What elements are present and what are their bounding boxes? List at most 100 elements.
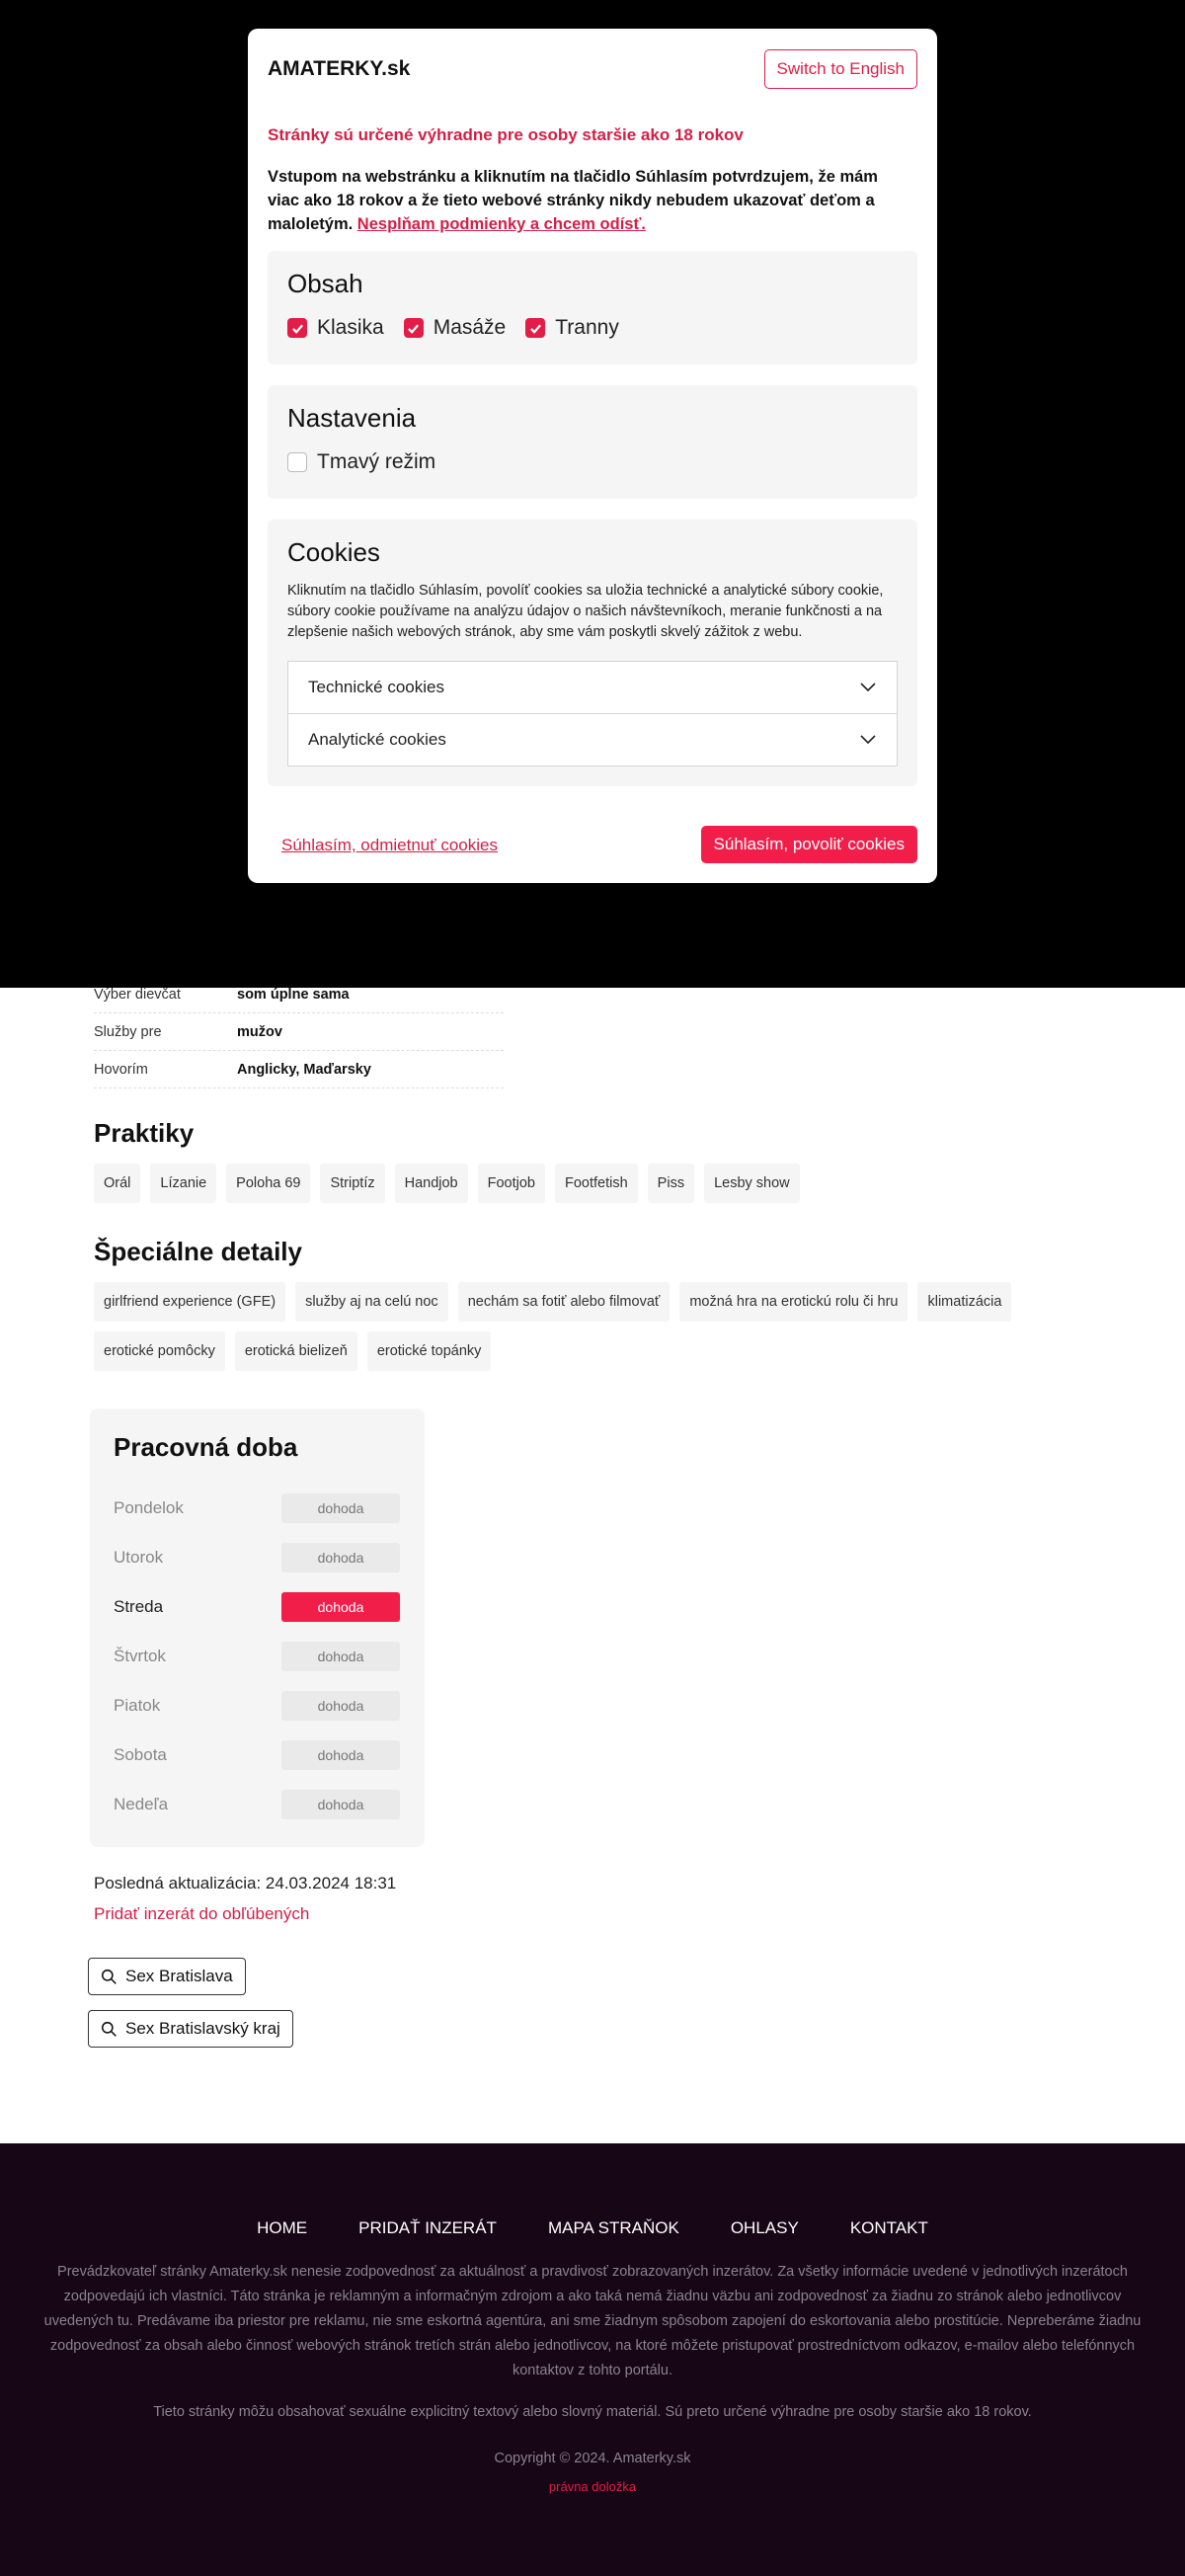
footer-link-reviews[interactable]: OHLASY <box>731 2218 799 2238</box>
checkbox-checked-icon <box>403 318 424 338</box>
info-table: Výber dievčat som úplne sama Služby pre … <box>94 976 504 1088</box>
info-value: som úplne sama <box>237 986 350 1003</box>
checkbox-label: Masáže <box>433 316 507 339</box>
age-warning-text: Vstupom na webstránku a kliknutím na tla… <box>268 165 900 236</box>
hours-value: dohoda <box>281 1543 400 1572</box>
technical-cookies-accordion[interactable]: Technické cookies <box>287 661 898 714</box>
accordion-label: Technické cookies <box>308 678 444 696</box>
info-row: Hovorím Anglicky, Maďarsky <box>94 1051 504 1088</box>
footer-notice: Tieto stránky môžu obsahovať sexuálne ex… <box>153 2404 1032 2420</box>
practice-tag[interactable]: Orál <box>94 1164 141 1203</box>
info-row: Služby pre mužov <box>94 1013 504 1051</box>
checkbox-label: Klasika <box>317 316 384 339</box>
settings-title: Nastavenia <box>287 403 417 433</box>
working-hours-card: Pracovná doba Pondelok dohoda Utorok doh… <box>90 1409 425 1847</box>
practice-tag[interactable]: Piss <box>647 1164 695 1203</box>
last-updated-label: Posledná aktualizácia: <box>94 1874 262 1892</box>
practice-tag[interactable]: Poloha 69 <box>226 1164 311 1203</box>
chevron-down-icon <box>860 735 876 745</box>
footer-disclaimer: Prevádzkovateľ stránky Amaterky.sk nenes… <box>43 2264 1142 2378</box>
info-value: mužov <box>237 1023 282 1040</box>
practice-tag[interactable]: Striptíz <box>320 1164 385 1203</box>
content-filter-title: Obsah <box>287 269 363 298</box>
day-label: Štvrtok <box>114 1647 166 1665</box>
search-icon <box>101 1969 117 1984</box>
special-tag[interactable]: služby aj na celú noc <box>295 1282 448 1322</box>
checkbox-checked-icon <box>287 318 307 338</box>
hours-value: dohoda <box>281 1790 400 1819</box>
search-icon <box>101 2021 117 2037</box>
practices-title: Praktiky <box>94 1118 195 1148</box>
day-label: Utorok <box>114 1548 164 1567</box>
footer-copyright: Copyright © 2024. Amaterky.sk <box>494 2451 691 2466</box>
day-label: Piatok <box>114 1696 161 1715</box>
chevron-down-icon <box>860 683 876 692</box>
special-tag[interactable]: erotická bielizeň <box>234 1331 357 1371</box>
special-tag[interactable]: nechám sa fotiť alebo filmovať <box>457 1282 671 1322</box>
legal-notice-link[interactable]: právna doložka <box>0 2479 1185 2494</box>
special-tag[interactable]: klimatizácia <box>917 1282 1012 1322</box>
dark-mode-checkbox[interactable]: Tmavý režim <box>287 450 435 474</box>
day-label: Streda <box>114 1597 164 1616</box>
cookies-description: Kliknutím na tlačidlo Súhlasím, povolíť … <box>287 583 884 640</box>
accept-cookies-button[interactable]: Súhlasím, povoliť cookies <box>700 826 917 863</box>
filter-classic-checkbox[interactable]: Klasika <box>287 316 384 340</box>
hours-row-saturday: Sobota dohoda <box>114 1740 400 1770</box>
content-filter-card: Obsah Klasika Masáže Tranny <box>268 251 917 364</box>
footer-link-add-ad[interactable]: PRIDAŤ INZERÁT <box>358 2218 497 2238</box>
settings-options: Tmavý režim <box>287 450 455 474</box>
hours-row-sunday: Nedeľa dohoda <box>114 1790 400 1819</box>
cookies-card: Cookies Kliknutím na tlačidlo Súhlasím, … <box>268 520 917 786</box>
special-tag[interactable]: girlfriend experience (GFE) <box>94 1282 286 1322</box>
switch-language-button[interactable]: Switch to English <box>763 49 917 89</box>
accordion-label: Analytické cookies <box>308 730 446 749</box>
age-verification-modal: AMATERKY.sk Switch to English Stránky sú… <box>248 29 937 883</box>
day-label: Sobota <box>114 1745 167 1764</box>
hours-row-monday: Pondelok dohoda <box>114 1493 400 1523</box>
footer-link-sitemap[interactable]: MAPA STRAŇOK <box>548 2218 679 2238</box>
search-sex-bratislava-button[interactable]: Sex Bratislava <box>88 1958 246 1995</box>
hours-value: dohoda <box>281 1740 400 1770</box>
decline-cookies-link[interactable]: Súhlasím, odmietnuť cookies <box>281 836 498 855</box>
hours-row-friday: Piatok dohoda <box>114 1691 400 1721</box>
practice-tag[interactable]: Lízanie <box>150 1164 217 1203</box>
practice-tag[interactable]: Footfetish <box>555 1164 638 1203</box>
info-value: Anglicky, Maďarsky <box>237 1061 371 1078</box>
info-key: Hovorím <box>94 1061 148 1078</box>
content-filter-options: Klasika Masáže Tranny <box>287 316 639 340</box>
hours-row-wednesday: Streda dohoda <box>114 1592 400 1622</box>
add-to-favorites-link[interactable]: Pridať inzerát do obľúbených <box>94 1904 309 1924</box>
site-logo: AMATERKY.sk <box>268 57 411 80</box>
hours-row-tuesday: Utorok dohoda <box>114 1543 400 1572</box>
special-tag[interactable]: možná hra na erotickú rolu či hru <box>679 1282 908 1322</box>
filter-tranny-checkbox[interactable]: Tranny <box>525 316 619 340</box>
special-tag[interactable]: erotické topánky <box>366 1331 492 1371</box>
info-key: Výber dievčat <box>94 986 181 1003</box>
practices-tags: Orál Lízanie Poloha 69 Striptíz Handjob … <box>94 1164 1042 1213</box>
special-tags: girlfriend experience (GFE) služby aj na… <box>94 1282 1042 1381</box>
day-label: Nedeľa <box>114 1795 169 1813</box>
special-tag[interactable]: erotické pomôcky <box>94 1331 225 1371</box>
special-title: Špeciálne detaily <box>94 1237 302 1266</box>
search-button-label: Sex Bratislavský kraj <box>125 2019 280 2038</box>
checkbox-label: Tranny <box>555 316 619 339</box>
checkbox-label: Tmavý režim <box>317 450 436 473</box>
analytics-cookies-accordion[interactable]: Analytické cookies <box>287 713 898 766</box>
hours-value: dohoda <box>281 1642 400 1671</box>
hours-row-thursday: Štvrtok dohoda <box>114 1642 400 1671</box>
filter-massage-checkbox[interactable]: Masáže <box>403 316 507 340</box>
footer-link-contact[interactable]: KONTAKT <box>850 2218 928 2238</box>
checkbox-unchecked-icon <box>287 452 307 472</box>
leave-site-link[interactable]: Nesplňam podmienky a chcem odísť. <box>357 215 646 233</box>
hours-value: dohoda <box>281 1691 400 1721</box>
working-hours-title: Pracovná doba <box>114 1432 298 1462</box>
last-updated: Posledná aktualizácia: 24.03.2024 18:31 <box>94 1874 396 1893</box>
search-sex-bratislava-region-button[interactable]: Sex Bratislavský kraj <box>88 2010 293 2048</box>
practice-tag[interactable]: Handjob <box>394 1164 468 1203</box>
practice-tag[interactable]: Footjob <box>477 1164 545 1203</box>
modal-header: AMATERKY.sk Switch to English <box>268 48 917 90</box>
practice-tag[interactable]: Lesby show <box>704 1164 800 1203</box>
footer: HOME PRIDAŤ INZERÁT MAPA STRAŇOK OHLASY … <box>0 2143 1185 2576</box>
footer-nav: HOME PRIDAŤ INZERÁT MAPA STRAŇOK OHLASY … <box>0 2218 1185 2238</box>
footer-link-home[interactable]: HOME <box>257 2218 307 2238</box>
